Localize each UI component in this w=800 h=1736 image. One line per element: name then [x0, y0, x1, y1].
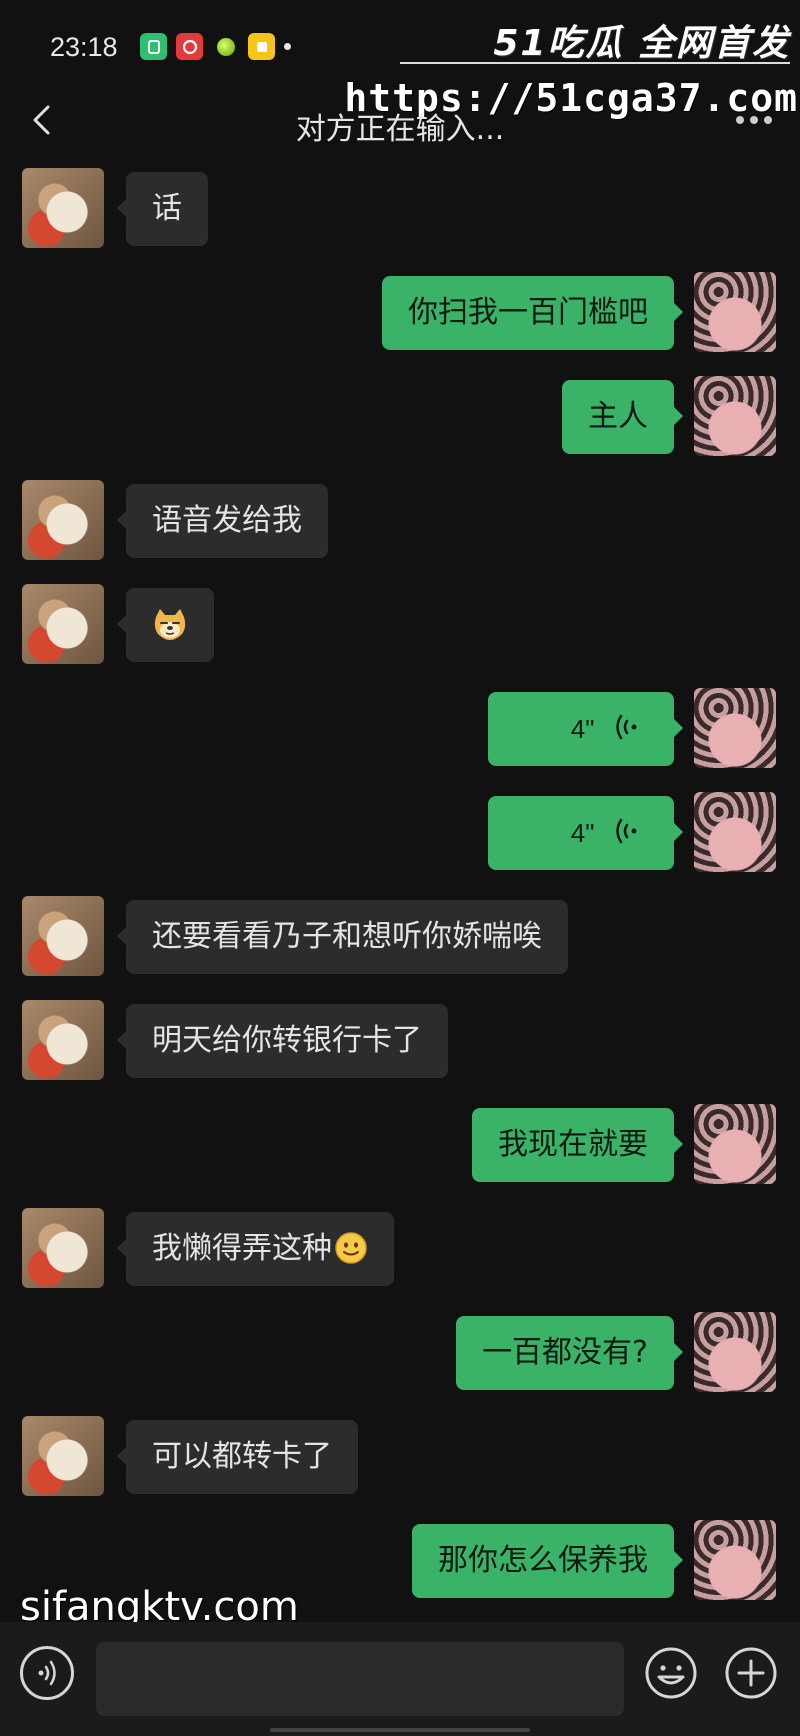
- self-avatar[interactable]: [694, 1520, 776, 1600]
- message-row: 可以都转卡了: [0, 1416, 800, 1498]
- chat-title: 对方正在输入...: [295, 112, 505, 147]
- voice-input-toggle-button[interactable]: [20, 1646, 74, 1700]
- message-row: 一百都没有?: [0, 1312, 800, 1394]
- self-avatar[interactable]: [694, 272, 776, 352]
- voice-waves-icon: [616, 818, 637, 843]
- home-indicator[interactable]: [270, 1728, 530, 1732]
- watermark-logo: 51吃瓜 全网首发: [493, 23, 790, 64]
- contact-avatar[interactable]: [22, 1208, 104, 1288]
- self-avatar[interactable]: [694, 376, 776, 456]
- message-row: 4": [0, 688, 800, 770]
- contact-avatar[interactable]: [22, 1000, 104, 1080]
- message-list[interactable]: 话 你扫我一百门槛吧 主人 语音发给我 4" 4" 还要看看乃子和想听你娇喘唉 …: [0, 160, 800, 1620]
- more-options-icon[interactable]: [736, 116, 772, 124]
- watermark-divider: [400, 62, 790, 64]
- notes-app-icon: [248, 33, 275, 60]
- contact-avatar[interactable]: [22, 168, 104, 248]
- self-avatar[interactable]: [694, 792, 776, 872]
- message-row: 我懒得弄这种: [0, 1208, 800, 1290]
- chat-input-bar: [0, 1622, 800, 1736]
- notification-dot-icon: [284, 43, 291, 50]
- message-row: 明天给你转银行卡了: [0, 1000, 800, 1082]
- message-bubble[interactable]: 一百都没有?: [456, 1316, 683, 1390]
- voice-waves-icon: [616, 714, 637, 739]
- message-row: 还要看看乃子和想听你娇喘唉: [0, 896, 800, 978]
- message-row: 主人: [0, 376, 800, 458]
- message-bubble[interactable]: 可以都转卡了: [117, 1420, 358, 1494]
- message-input[interactable]: [96, 1642, 624, 1716]
- emoji-picker-button[interactable]: [644, 1646, 698, 1700]
- self-avatar[interactable]: [694, 688, 776, 768]
- add-attachment-button[interactable]: [724, 1646, 778, 1700]
- message-row: 话: [0, 168, 800, 250]
- message-bubble[interactable]: 话: [117, 172, 208, 246]
- message-bubble[interactable]: 你扫我一百门槛吧: [382, 276, 683, 350]
- message-text: 我懒得弄这种: [152, 1231, 332, 1266]
- voice-waves-icon: [38, 1660, 56, 1686]
- contact-avatar[interactable]: [22, 896, 104, 976]
- message-row: 我现在就要: [0, 1104, 800, 1186]
- contact-avatar[interactable]: [22, 480, 104, 560]
- message-row: 你扫我一百门槛吧: [0, 272, 800, 354]
- message-bubble[interactable]: 明天给你转银行卡了: [117, 1004, 448, 1078]
- message-bubble[interactable]: 语音发给我: [117, 484, 328, 558]
- emoji-bubble[interactable]: [117, 588, 214, 662]
- chat-header: 对方正在输入...: [0, 90, 800, 150]
- message-bubble[interactable]: 那你怎么保养我: [412, 1524, 683, 1598]
- message-bubble[interactable]: 我懒得弄这种: [117, 1212, 394, 1286]
- doge-emoji-icon: [154, 608, 186, 640]
- smile-emoji-icon: [335, 1231, 367, 1264]
- message-bubble[interactable]: 主人: [562, 380, 683, 454]
- message-bubble[interactable]: 还要看看乃子和想听你娇喘唉: [117, 900, 568, 974]
- voice-message-bubble[interactable]: 4": [488, 796, 683, 870]
- message-bubble[interactable]: 我现在就要: [472, 1108, 683, 1182]
- status-icons: [140, 33, 291, 60]
- voice-duration: 4": [570, 818, 595, 848]
- status-time: 23:18: [50, 32, 118, 62]
- contact-avatar[interactable]: [22, 584, 104, 664]
- contact-avatar[interactable]: [22, 1416, 104, 1496]
- app-green-icon: [140, 33, 167, 60]
- self-avatar[interactable]: [694, 1104, 776, 1184]
- voice-message-bubble[interactable]: 4": [488, 692, 683, 766]
- voice-duration: 4": [570, 714, 595, 744]
- message-row: 语音发给我: [0, 480, 800, 562]
- ball-app-icon: [212, 33, 239, 60]
- message-row: [0, 584, 800, 666]
- self-avatar[interactable]: [694, 1312, 776, 1392]
- netease-music-icon: [176, 33, 203, 60]
- message-row: 4": [0, 792, 800, 874]
